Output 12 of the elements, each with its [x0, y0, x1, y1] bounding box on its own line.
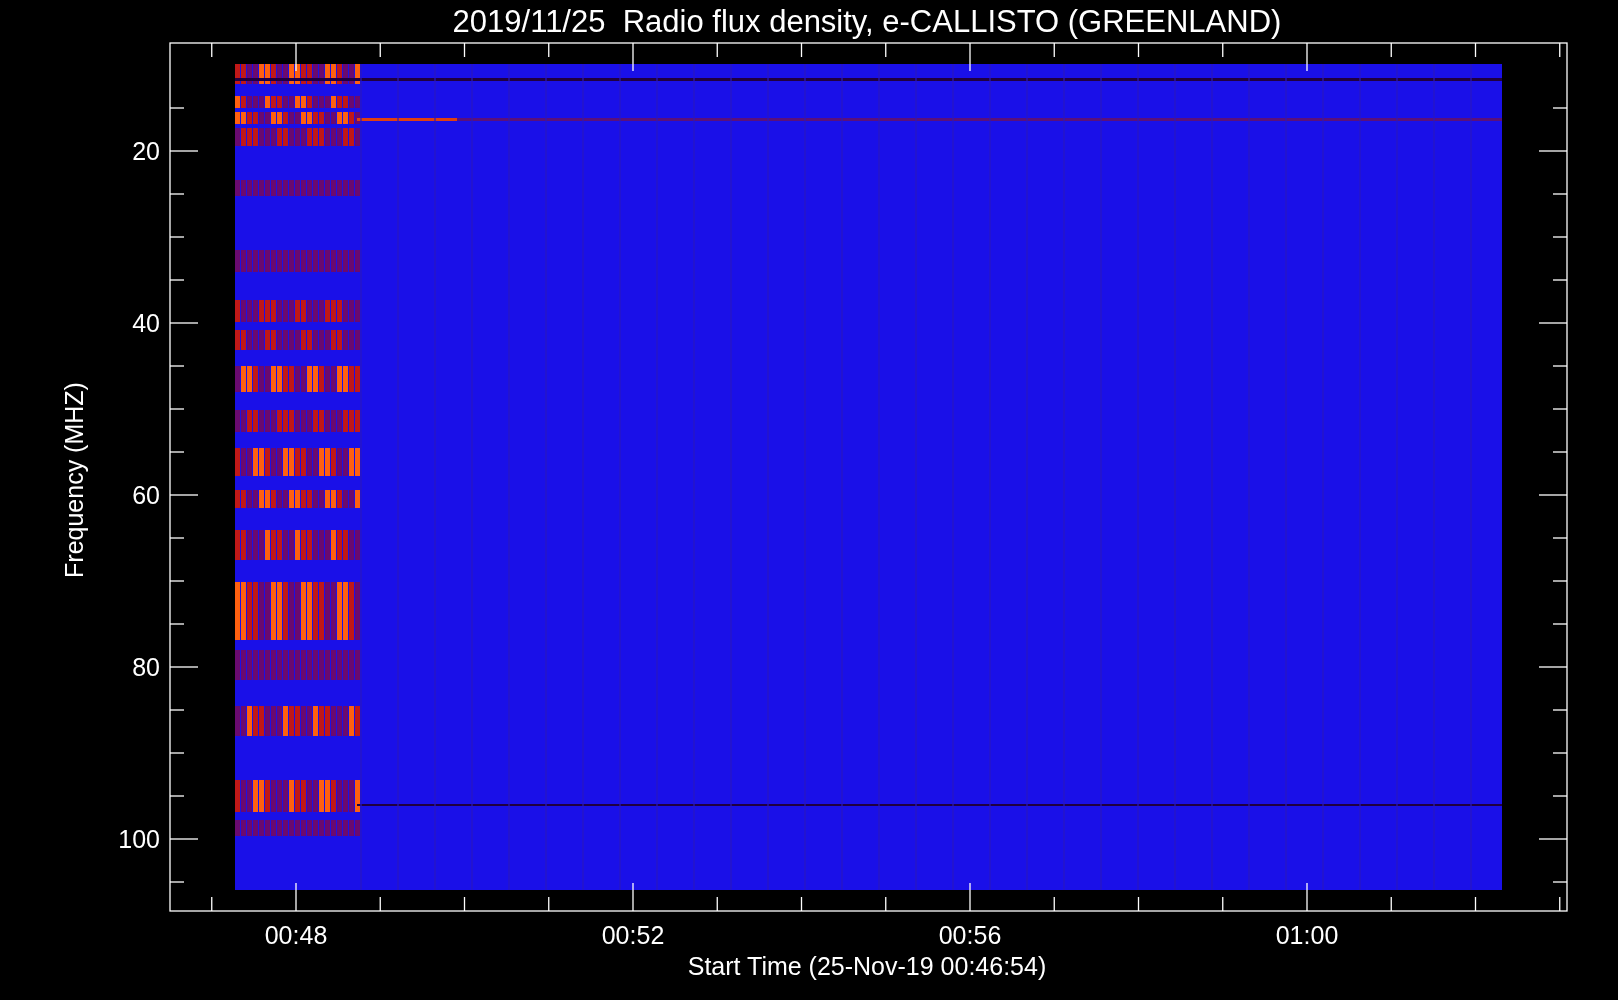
y-axis-label: Frequency (MHZ) — [60, 382, 88, 578]
x-tick-label: 01:00 — [1275, 921, 1339, 949]
y-tick-label: 40 — [132, 309, 160, 337]
x-axis-label: Start Time (25-Nov-19 00:46:54) — [687, 952, 1047, 980]
y-tick-label: 100 — [118, 825, 160, 853]
y-tick-label: 60 — [132, 481, 160, 509]
x-tick-label: 00:48 — [264, 921, 328, 949]
y-tick-label: 80 — [132, 653, 160, 681]
x-tick-label: 00:52 — [601, 921, 665, 949]
chart-title: 2019/11/25 Radio flux density, e-CALLISTO (GREENLAND) — [452, 4, 1282, 39]
y-tick-label: 20 — [132, 137, 160, 165]
x-tick-label: 00:56 — [938, 921, 1002, 949]
